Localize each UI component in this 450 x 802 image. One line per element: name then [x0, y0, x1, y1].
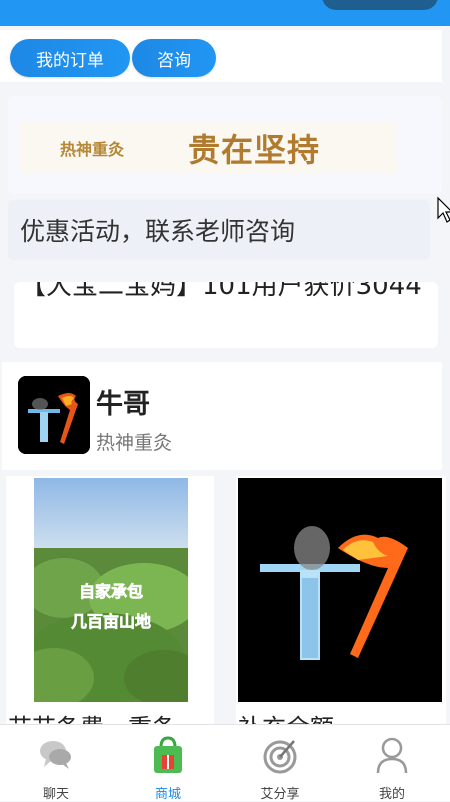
order-tabs: 我的订单 咨询 [0, 30, 442, 82]
tab-chat-label: 聊天 [42, 787, 69, 802]
promotion-notice[interactable]: 优惠活动，联系老师咨询 [8, 200, 430, 260]
my-orders-button[interactable]: 我的订单 [10, 39, 130, 77]
shop-card[interactable]: 牛哥 热神重灸 [2, 362, 442, 470]
tab-mine[interactable]: 我的 [336, 725, 448, 802]
shop-name: 牛哥 [96, 389, 150, 420]
shop-logo [18, 376, 90, 454]
user-icon [376, 737, 408, 774]
promo-banner[interactable]: 热神重灸 贵在坚持 [20, 122, 398, 174]
banner-small-text: 热神重灸 [60, 140, 125, 159]
consult-button[interactable]: 咨询 [132, 39, 216, 77]
shop-subtitle: 热神重灸 [96, 432, 173, 454]
tab-share-label: 艾分享 [260, 787, 300, 802]
chat-icon [40, 741, 71, 769]
tab-share[interactable]: 艾分享 [224, 725, 336, 802]
tab-chat[interactable]: 聊天 [0, 725, 112, 802]
photo-caption-line2: 几百亩山地 [71, 612, 151, 631]
marquee-box: 【大宝二宝妈】101用户获价3044 [14, 282, 438, 348]
banner-card: 热神重灸 贵在坚持 [8, 96, 442, 194]
target-icon [263, 740, 297, 774]
top-notch [322, 0, 438, 10]
photo-caption-line1: 自家承包 [79, 582, 143, 601]
product-photo: 自家承包 几百亩山地 [34, 478, 188, 702]
shopping-bag-icon [154, 736, 182, 773]
product-photo [238, 478, 442, 702]
tab-mine-label: 我的 [378, 787, 405, 802]
tab-mall[interactable]: 商城 [112, 725, 224, 802]
tab-mall-label: 商城 [154, 787, 181, 802]
status-bar [0, 0, 450, 26]
product-card[interactable]: 自家承包 几百亩山地 艾艾条费，重条 [6, 476, 214, 730]
product-card[interactable]: 补充余额 [236, 476, 446, 730]
bottom-tab-bar: 聊天 商城 艾分享 我的 [0, 724, 450, 802]
banner-big-text: 贵在坚持 [188, 131, 321, 169]
mouse-cursor-icon [437, 196, 450, 223]
marquee-text: 【大宝二宝妈】101用户获价3044 [20, 282, 422, 301]
